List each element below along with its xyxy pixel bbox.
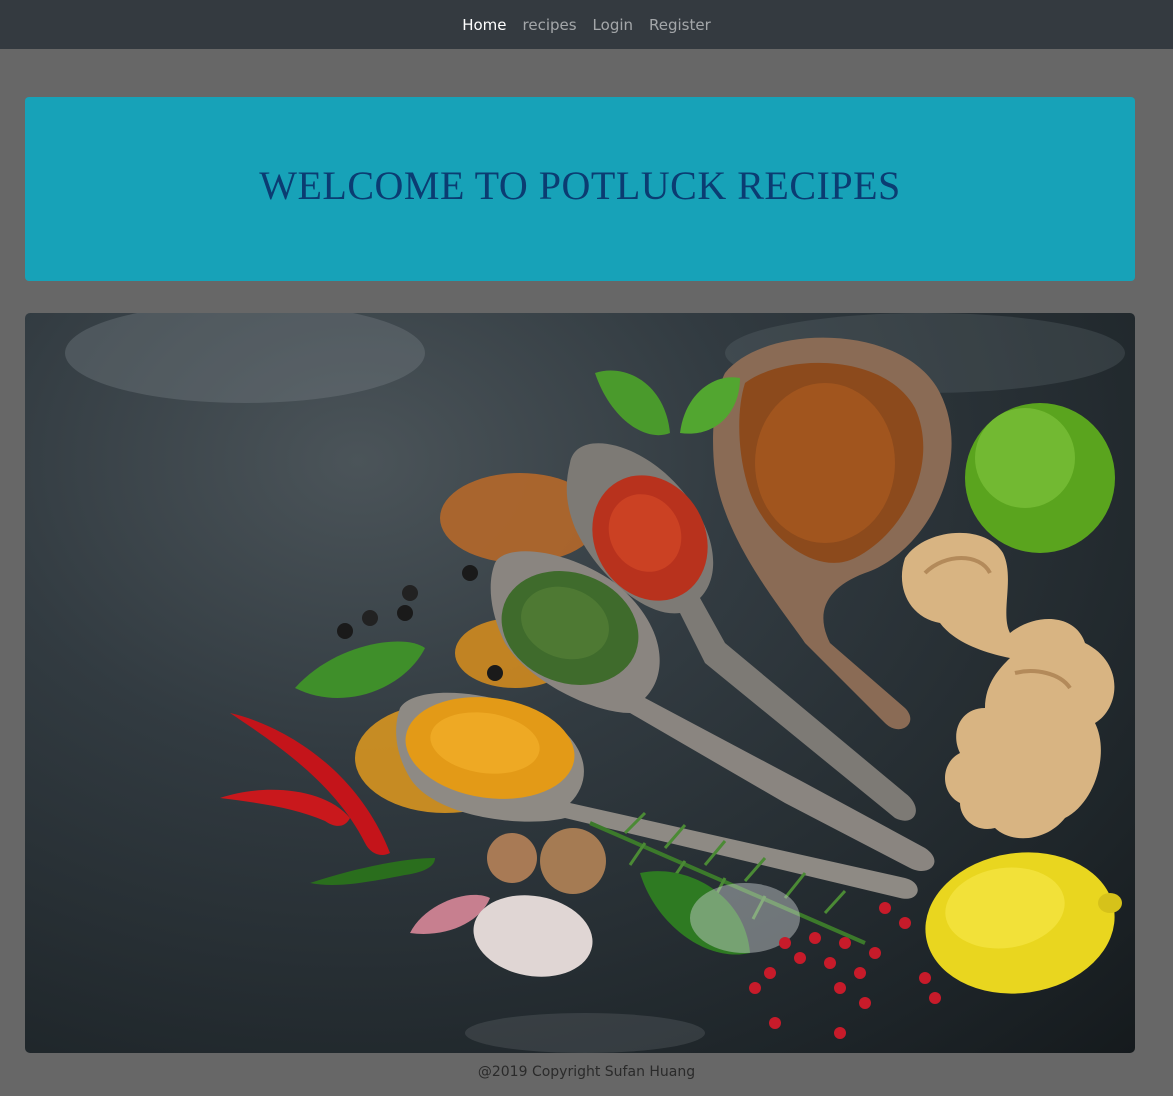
footer-copyright: @2019 Copyright Sufan Huang (477, 1064, 696, 1080)
welcome-banner: WELCOME TO POTLUCK RECIPES (25, 97, 1135, 281)
hero-spices-image (25, 313, 1135, 1053)
nav-link-recipes[interactable]: recipes (515, 15, 585, 35)
nav-link-login[interactable]: Login (585, 15, 641, 35)
page-title: WELCOME TO POTLUCK RECIPES (259, 162, 901, 208)
nav-link-home[interactable]: Home (454, 15, 514, 35)
top-navbar: Home recipes Login Register (0, 0, 1173, 49)
nav-link-register[interactable]: Register (641, 15, 719, 35)
nav-list: Home recipes Login Register (454, 15, 719, 35)
spices-illustration (65, 313, 1125, 1053)
